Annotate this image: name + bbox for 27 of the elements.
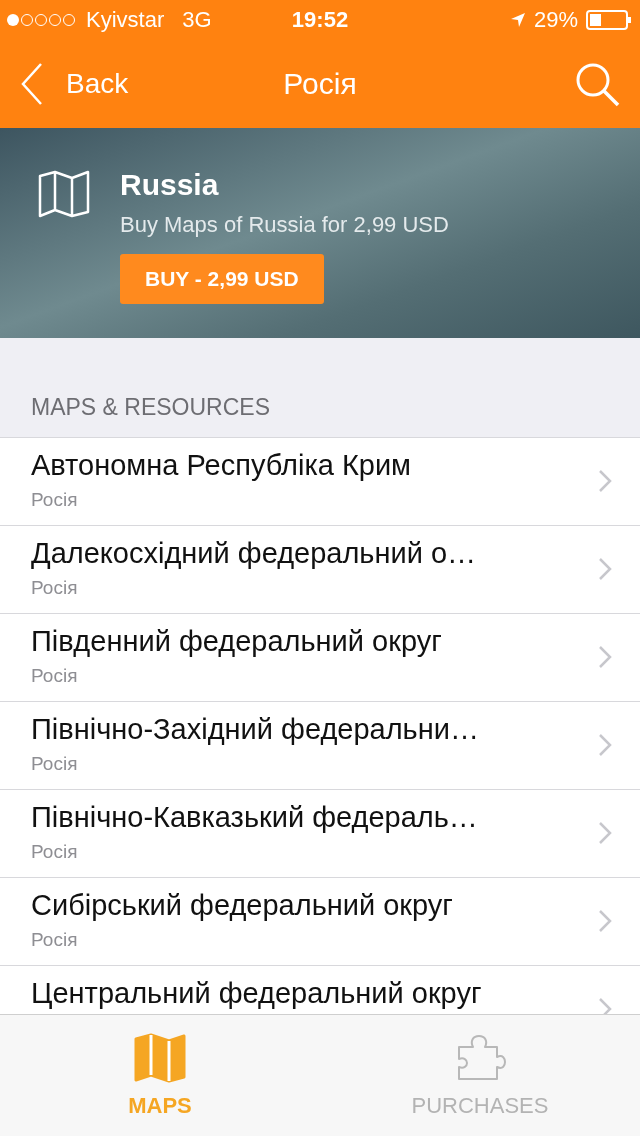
battery-icon — [586, 10, 632, 30]
map-list-item[interactable]: Автономна Республіка Крим Росія — [0, 438, 640, 526]
battery-percent: 29% — [533, 7, 578, 33]
back-chevron-icon — [20, 62, 44, 106]
chevron-icon — [598, 557, 612, 581]
section-title: MAPS & RESOURCES — [31, 394, 270, 421]
location-arrow-icon — [509, 12, 526, 28]
chevron-icon — [598, 733, 612, 757]
signal-icon — [6, 13, 78, 27]
chevron-icon — [598, 469, 612, 493]
map-list-item[interactable]: Північно-Західний федеральни… Росія — [0, 702, 640, 790]
search-icon[interactable] — [574, 61, 620, 107]
chevron-icon — [598, 909, 612, 933]
map-list-item[interactable]: Далекосхідний федеральний о… Росія — [0, 526, 640, 614]
chevron-icon — [598, 821, 612, 845]
folded-map-icon — [38, 170, 90, 218]
nav-title: Росія — [283, 67, 357, 101]
country-title: Russia — [120, 168, 219, 202]
carrier-name: Kyivstar — [86, 7, 165, 33]
network-type: 3G — [182, 7, 212, 33]
folded-map-icon — [133, 1032, 187, 1083]
map-list-item[interactable]: Північно-Кавказький федераль… Росія — [0, 790, 640, 878]
status-time: 19:52 — [291, 7, 349, 33]
chevron-icon — [598, 645, 612, 669]
buy-description: Buy Maps of Russia for 2,99 USD — [120, 212, 449, 238]
map-list-item[interactable]: Південний федеральний округ Росія — [0, 614, 640, 702]
map-list-item[interactable]: Сибірський федеральний округ Росія — [0, 878, 640, 966]
